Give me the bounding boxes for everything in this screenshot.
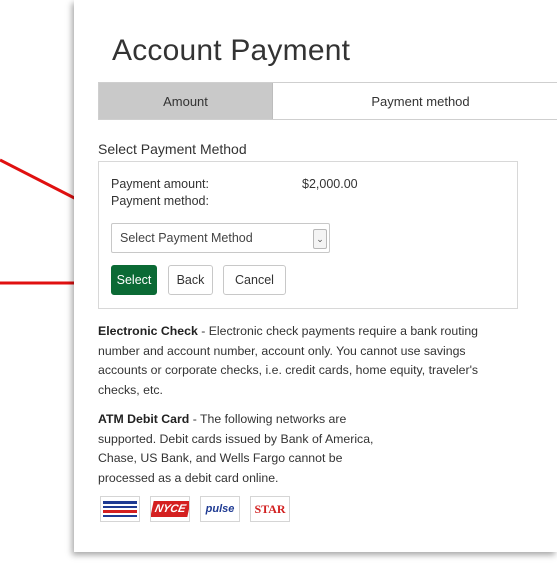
account-payment-card: Account Payment Amount Payment method Se…	[74, 0, 557, 552]
payment-method-label: Payment method:	[111, 194, 209, 208]
tab-amount[interactable]: Amount	[98, 83, 273, 119]
electronic-check-info: Electronic Check - Electronic check paym…	[98, 322, 518, 400]
page-title: Account Payment	[112, 34, 351, 67]
payment-amount-value: $2,000.00	[302, 177, 358, 191]
payment-amount-label: Payment amount:	[111, 177, 209, 191]
nyce-logo-text: NYCE	[151, 501, 189, 517]
star-logo: STAR	[250, 496, 290, 522]
atm-debit-card-info: ATM Debit Card - The following networks …	[98, 410, 398, 488]
pulse-logo: pulse	[200, 496, 240, 522]
payment-method-select-value: Select Payment Method	[120, 231, 253, 245]
electronic-check-title: Electronic Check	[98, 324, 198, 338]
pulse-logo-text: pulse	[205, 503, 235, 515]
chevron-down-icon[interactable]: ⌄	[313, 229, 327, 249]
atm-debit-card-title: ATM Debit Card	[98, 412, 190, 426]
tab-payment-method[interactable]: Payment method	[273, 83, 557, 119]
select-button[interactable]: Select	[111, 265, 157, 295]
back-button[interactable]: Back	[168, 265, 213, 295]
nyce-logo: NYCE	[150, 496, 190, 522]
star-logo-text: STAR	[254, 501, 286, 516]
payment-form-panel: Payment amount: $2,000.00 Payment method…	[98, 161, 518, 309]
payment-method-select[interactable]: Select Payment Method ⌄	[111, 223, 330, 253]
section-heading: Select Payment Method	[98, 141, 247, 157]
cancel-button[interactable]: Cancel	[223, 265, 286, 295]
network-logos: NYCE pulse STAR	[100, 496, 290, 522]
accel-logo	[100, 496, 140, 522]
step-tabs: Amount Payment method	[98, 82, 557, 120]
